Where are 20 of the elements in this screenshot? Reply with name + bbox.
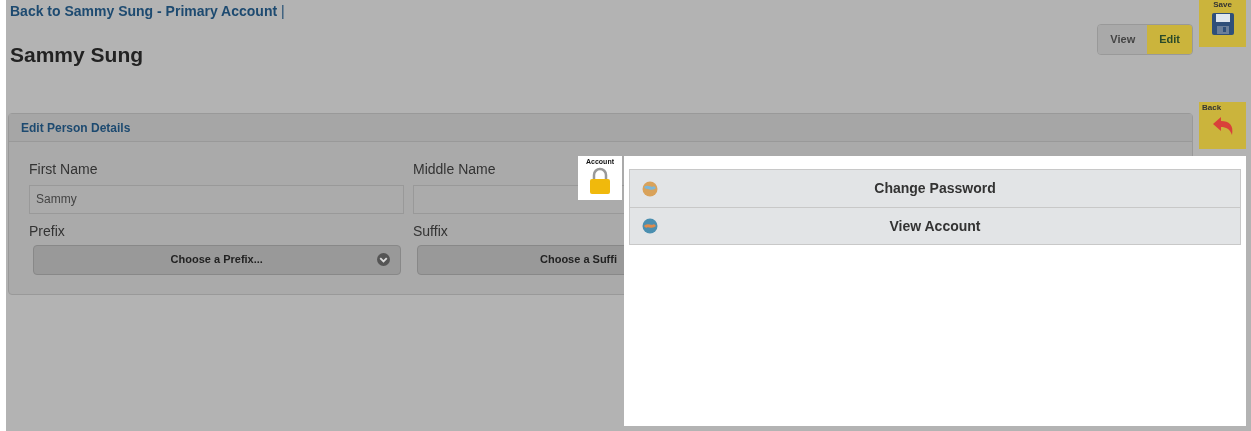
separator: | — [281, 2, 285, 21]
save-button[interactable]: Save — [1199, 0, 1246, 47]
field-label: Prefix — [29, 221, 65, 241]
field-label: Suffix — [413, 221, 448, 241]
page-title: Sammy Sung — [10, 42, 145, 68]
section-header: Edit Person Details — [9, 113, 1192, 142]
globe-icon — [642, 218, 658, 234]
back-button[interactable]: Back — [1199, 101, 1246, 149]
menu-item[interactable]: View Account — [630, 207, 1240, 244]
chevron-down-icon — [376, 253, 390, 266]
mode-tab[interactable]: Edit — [1147, 25, 1192, 54]
menu-item[interactable]: Change Password — [630, 170, 1240, 207]
back-link[interactable]: Back to Sammy Sung - Primary Account — [10, 0, 278, 22]
first-name-field[interactable]: Sammy — [29, 184, 404, 214]
field-label: Middle Name — [413, 159, 496, 179]
globe-icon — [642, 180, 658, 197]
mode-tab[interactable]: View — [1098, 25, 1148, 54]
field-label: First Name — [29, 159, 98, 179]
padlock-icon — [588, 167, 612, 195]
prefix-dropdown[interactable]: Choose a Prefix... — [33, 244, 401, 275]
